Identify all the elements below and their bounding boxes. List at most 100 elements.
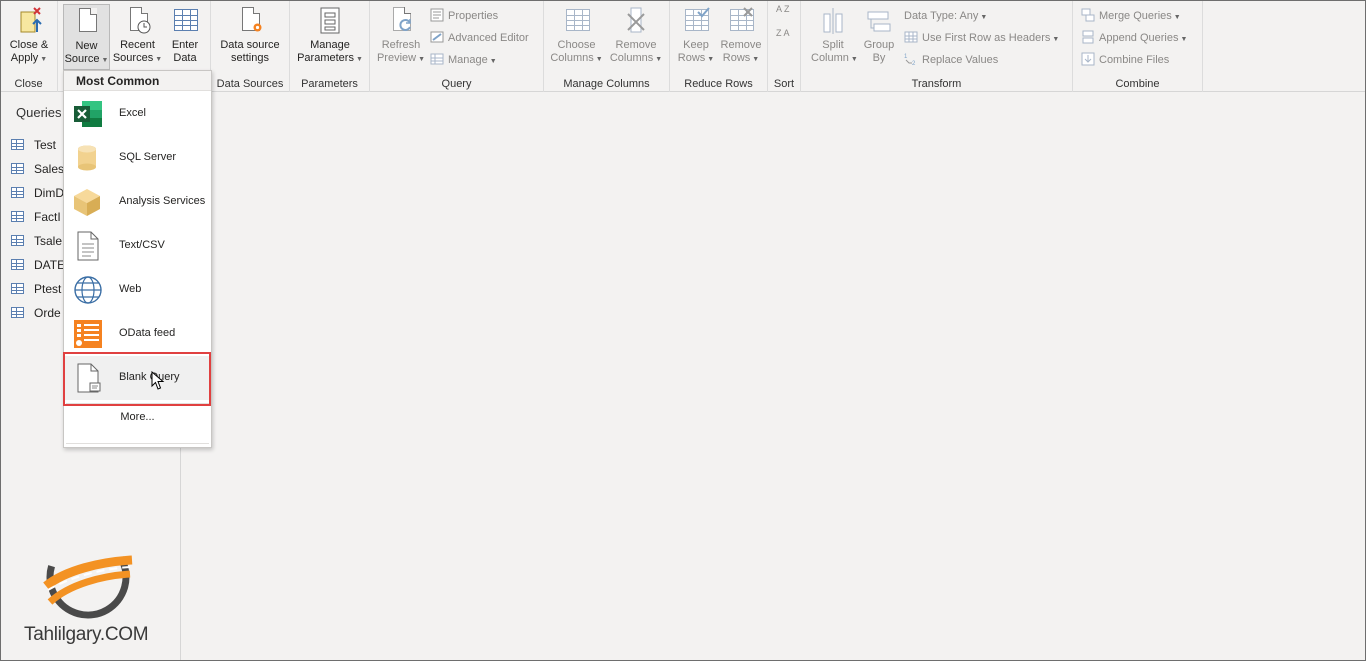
keep-rows-icon xyxy=(682,6,710,36)
query-item-label: FactI xyxy=(34,210,61,224)
keep-rows-button[interactable]: Keep Rows ▼ xyxy=(674,4,718,70)
text-file-icon xyxy=(73,231,103,261)
sort-ascending-icon: A Z xyxy=(776,4,790,14)
choose-columns-button[interactable]: Choose Columns ▼ xyxy=(548,4,605,70)
chevron-down-icon: ▼ xyxy=(1173,14,1181,21)
recent-sources-button[interactable]: Recent Sources ▼ xyxy=(112,4,163,70)
chevron-down-icon: ▼ xyxy=(1180,36,1188,43)
sort-descending-button[interactable]: Z A xyxy=(776,28,792,48)
query-item[interactable]: Test xyxy=(11,135,56,155)
query-item[interactable]: Orde xyxy=(11,303,61,323)
chevron-down-icon: ▼ xyxy=(489,58,497,65)
reduce-rows-group: Keep Rows ▼ Remove Rows ▼ Reduce Rows xyxy=(670,0,768,92)
data-type-dropdown[interactable]: Data Type: Any ▼ xyxy=(904,6,987,26)
highlight-box xyxy=(63,352,211,406)
query-item[interactable]: FactI xyxy=(11,207,61,227)
close-apply-button[interactable]: Close & Apply ▼ xyxy=(3,4,55,70)
query-item-label: Sales xyxy=(34,162,65,176)
odata-icon xyxy=(73,319,103,349)
choose-columns-label-2: Columns xyxy=(550,52,594,64)
query-item[interactable]: DATE xyxy=(11,255,65,275)
table-icon xyxy=(904,30,918,44)
query-item[interactable]: Sales xyxy=(11,159,64,179)
transform-group: Split Column ▼ Group By Data Type: Any ▼ U… xyxy=(801,0,1073,92)
new-source-button[interactable]: New Source ▼ xyxy=(63,4,110,70)
data-source-settings-icon xyxy=(236,6,264,36)
watermark-logo xyxy=(40,534,136,620)
refresh-label: Refresh xyxy=(381,39,421,51)
enter-data-label: Enter xyxy=(171,39,199,51)
refresh-label-2: Preview xyxy=(376,52,417,64)
data-sources-group-label: Data Sources xyxy=(216,78,284,90)
choose-columns-label: Choose xyxy=(557,39,596,51)
remove-columns-button[interactable]: Remove Columns ▼ xyxy=(607,4,665,70)
table-icon xyxy=(11,259,24,270)
append-queries-button[interactable]: Append Queries ▼ xyxy=(1081,28,1187,48)
split-column-label-2: Column xyxy=(811,52,849,64)
data-type-label: Data Type: Any xyxy=(904,10,979,22)
new-source-icon xyxy=(73,7,101,37)
reduce-rows-group-label: Reduce Rows xyxy=(684,78,753,90)
combine-files-label: Combine Files xyxy=(1099,54,1170,66)
menu-item-more[interactable]: More... xyxy=(64,411,211,423)
split-column-icon xyxy=(819,6,847,36)
merge-queries-button[interactable]: Merge Queries ▼ xyxy=(1081,6,1181,26)
manage-columns-group: Choose Columns ▼ Remove Columns ▼ Manage C… xyxy=(544,0,670,92)
chevron-down-icon: ▼ xyxy=(1052,36,1060,43)
transform-group-label: Transform xyxy=(911,78,962,90)
manage-query-button[interactable]: Manage ▼ xyxy=(430,50,497,70)
chevron-down-icon: ▼ xyxy=(40,56,48,63)
group-by-button[interactable]: Group By xyxy=(859,4,899,70)
menu-item-web[interactable]: Web xyxy=(64,268,211,312)
keep-rows-label: Keep xyxy=(683,39,709,51)
choose-columns-icon xyxy=(563,6,591,36)
refresh-preview-button[interactable]: Refresh Preview ▼ xyxy=(374,4,428,70)
data-sources-group: Data source settings Data Sources xyxy=(211,0,290,92)
manage-parameters-button[interactable]: Manage Parameters ▼ xyxy=(295,4,365,70)
new-source-label: New xyxy=(75,40,98,52)
menu-item-analysis-services[interactable]: Analysis Services xyxy=(64,180,211,224)
manage-parameters-label-2: Parameters xyxy=(297,52,354,64)
merge-queries-icon xyxy=(1081,8,1095,22)
menu-item-label: Web xyxy=(119,283,142,295)
data-source-settings-label-2: settings xyxy=(231,52,269,64)
enter-data-button[interactable]: Enter Data xyxy=(165,4,205,70)
menu-item-sql-server[interactable]: SQL Server xyxy=(64,136,211,180)
append-queries-icon xyxy=(1081,30,1095,44)
parameters-group: Manage Parameters ▼ Parameters xyxy=(290,0,370,92)
chevron-down-icon: ▼ xyxy=(980,14,988,21)
properties-button[interactable]: Properties xyxy=(430,6,498,26)
menu-item-text-csv[interactable]: Text/CSV xyxy=(64,224,211,268)
remove-rows-button[interactable]: Remove Rows ▼ xyxy=(718,4,764,70)
menu-item-odata-feed[interactable]: OData feed xyxy=(64,312,211,356)
query-item[interactable]: Tsale xyxy=(11,231,62,251)
properties-icon xyxy=(430,8,444,22)
append-queries-label: Append Queries xyxy=(1099,32,1179,44)
queries-pane-title: Queries xyxy=(16,105,62,120)
menu-divider xyxy=(66,443,209,444)
globe-icon xyxy=(73,275,103,305)
replace-values-button[interactable]: 1 2 Replace Values xyxy=(904,50,998,70)
advanced-editor-button[interactable]: Advanced Editor xyxy=(430,28,529,48)
query-item[interactable]: Ptest xyxy=(11,279,61,299)
mouse-cursor-icon xyxy=(151,370,165,391)
group-by-label-2: By xyxy=(872,52,886,64)
close-apply-label: Close & xyxy=(9,39,49,51)
split-column-button[interactable]: Split Column ▼ xyxy=(811,4,858,70)
keep-rows-label-2: Rows xyxy=(677,52,706,64)
combine-files-icon xyxy=(1081,52,1095,66)
query-item[interactable]: DimD xyxy=(11,183,64,203)
table-icon xyxy=(11,235,24,246)
combine-files-button[interactable]: Combine Files xyxy=(1081,50,1169,70)
table-icon xyxy=(171,6,199,36)
recent-sources-label: Recent xyxy=(120,39,155,51)
sort-group: A Z Z A Sort xyxy=(768,0,801,92)
sort-ascending-button[interactable]: A Z xyxy=(776,4,792,24)
menu-item-excel[interactable]: Excel xyxy=(64,92,211,136)
remove-rows-icon xyxy=(727,6,755,36)
close-apply-label-2: Apply xyxy=(10,52,39,64)
data-source-settings-button[interactable]: Data source settings xyxy=(215,4,285,70)
menu-item-label: Excel xyxy=(119,107,146,119)
use-first-row-as-headers-button[interactable]: Use First Row as Headers ▼ xyxy=(904,28,1059,48)
close-group: Close & Apply ▼ Close xyxy=(0,0,58,92)
